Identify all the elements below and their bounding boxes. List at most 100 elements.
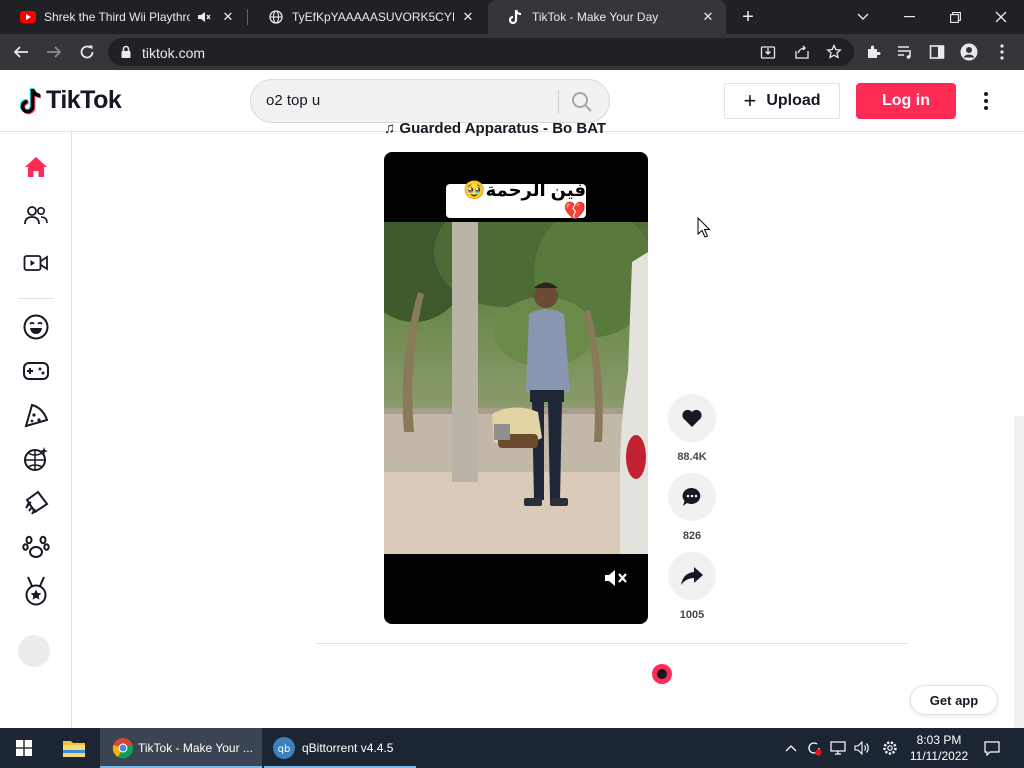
- sidebar: [0, 132, 72, 728]
- beauty-icon[interactable]: [16, 483, 56, 523]
- tab-title: TyEfKpYAAAAASUVORK5CYII= (2: [292, 10, 454, 24]
- speaker-muted-icon[interactable]: [196, 9, 212, 25]
- taskbar-qbittorrent[interactable]: qb qBittorrent v4.4.5: [264, 728, 416, 768]
- side-panel-icon[interactable]: [928, 43, 946, 61]
- close-tab-icon[interactable]: ✕: [220, 9, 236, 25]
- clock-date: 11/11/2022: [909, 749, 969, 763]
- share-button[interactable]: [668, 552, 716, 600]
- more-options-icon[interactable]: [976, 88, 996, 114]
- file-explorer-button[interactable]: [50, 728, 98, 768]
- food-icon[interactable]: [16, 395, 56, 435]
- restore-button[interactable]: [932, 0, 978, 34]
- gaming-icon[interactable]: [16, 351, 56, 391]
- youtube-icon: [20, 9, 36, 25]
- following-icon[interactable]: [16, 195, 56, 235]
- extensions-icon[interactable]: [864, 43, 882, 61]
- search-icon[interactable]: [571, 91, 593, 113]
- search-bar: [250, 79, 610, 123]
- start-button[interactable]: [0, 728, 48, 768]
- sync-alert-icon[interactable]: [806, 740, 822, 756]
- tiktok-logo-icon: [20, 86, 42, 114]
- close-tab-icon[interactable]: ✕: [700, 9, 716, 25]
- settings-gear-icon[interactable]: [882, 740, 898, 756]
- tab-tiktok[interactable]: TikTok - Make Your Day ✕: [488, 0, 726, 34]
- new-tab-button[interactable]: +: [738, 7, 758, 27]
- upload-label: Upload: [766, 92, 821, 109]
- notifications-icon[interactable]: [984, 740, 1000, 756]
- back-icon[interactable]: [10, 41, 32, 63]
- svg-text:qb: qb: [278, 744, 291, 755]
- mouse-cursor-icon: [697, 217, 711, 238]
- sidebar-placeholder-avatar: [18, 635, 50, 667]
- screen: Shrek the Third Wii Playthrough ✕ TyEfKp…: [0, 0, 1024, 768]
- loading-spinner: [652, 664, 672, 684]
- close-window-button[interactable]: [978, 0, 1024, 34]
- home-icon[interactable]: [16, 147, 56, 187]
- animals-icon[interactable]: [16, 527, 56, 567]
- windows-taskbar: TikTok - Make Your ... qb qBittorrent v4…: [0, 728, 1024, 768]
- tab-youtube[interactable]: Shrek the Third Wii Playthrough ✕: [0, 0, 246, 34]
- profile-avatar-icon[interactable]: [960, 43, 978, 61]
- reload-icon[interactable]: [76, 41, 98, 63]
- sidebar-divider: [18, 298, 54, 299]
- get-app-button[interactable]: Get app: [910, 685, 998, 715]
- address-bar[interactable]: tiktok.com: [108, 38, 854, 66]
- page-scrollbar[interactable]: [1014, 416, 1024, 728]
- comment-icon: [682, 487, 701, 506]
- search-input[interactable]: [266, 92, 546, 109]
- chrome-icon: [112, 738, 134, 759]
- browser-toolbar: tiktok.com: [0, 34, 1024, 70]
- muted-volume-icon[interactable]: [604, 568, 628, 588]
- bookmark-star-icon[interactable]: [826, 43, 842, 60]
- chrome-menu-icon[interactable]: [993, 43, 1011, 61]
- install-app-icon[interactable]: [760, 44, 776, 60]
- logo-text: TikTok: [46, 86, 122, 114]
- comedy-icon[interactable]: [16, 307, 56, 347]
- lock-icon[interactable]: [118, 44, 134, 60]
- music-title[interactable]: ♫ Guarded Apparatus - Bo BAT: [384, 120, 606, 137]
- comment-count: 826: [682, 530, 702, 542]
- media-controls-icon[interactable]: [896, 43, 914, 61]
- login-button[interactable]: Log in: [856, 83, 956, 119]
- tab-title: TikTok - Make Your Day: [532, 10, 659, 24]
- upload-button[interactable]: + Upload: [724, 83, 840, 119]
- windows-logo-icon: [16, 740, 32, 756]
- close-tab-icon[interactable]: ✕: [460, 9, 476, 25]
- heart-icon: [682, 409, 702, 427]
- taskbar-clock[interactable]: 8:03 PM 11/11/2022: [902, 732, 976, 764]
- like-button[interactable]: [668, 394, 716, 442]
- tab-title: Shrek the Third Wii Playthrough: [44, 10, 190, 24]
- forward-icon[interactable]: [43, 41, 65, 63]
- plus-icon: +: [743, 88, 757, 113]
- share-count: 1005: [679, 609, 705, 621]
- video-frame: [384, 222, 648, 554]
- tab-search-chevron-icon[interactable]: [840, 0, 886, 34]
- clock-time: 8:03 PM: [916, 733, 962, 747]
- share-arrow-icon: [681, 567, 703, 585]
- show-hidden-icons-chevron-icon[interactable]: [783, 740, 799, 756]
- comment-button[interactable]: [668, 473, 716, 521]
- feed-divider: [316, 643, 908, 644]
- video-caption: فين الرحمة🥹💔: [446, 180, 586, 221]
- tiktok-icon: [508, 9, 524, 25]
- browser-tab-strip: Shrek the Third Wii Playthrough ✕ TyEfKp…: [0, 0, 1024, 34]
- live-icon[interactable]: [16, 243, 56, 283]
- taskbar-app-title: qBittorrent v4.4.5: [302, 741, 394, 755]
- volume-icon[interactable]: [854, 740, 870, 756]
- tab-image-data[interactable]: TyEfKpYAAAAASUVORK5CYII= (2 ✕: [248, 0, 486, 34]
- like-count: 88.4K: [677, 451, 707, 463]
- globe-icon: [268, 9, 284, 25]
- minimize-button[interactable]: [886, 0, 932, 34]
- sports-icon[interactable]: [16, 571, 56, 611]
- dance-icon[interactable]: [16, 439, 56, 479]
- tiktok-logo[interactable]: TikTok: [20, 86, 122, 115]
- qbittorrent-icon: qb: [273, 737, 295, 759]
- folder-icon: [63, 741, 85, 757]
- url-text: tiktok.com: [142, 45, 206, 61]
- share-icon[interactable]: [794, 44, 810, 60]
- search-divider: [558, 90, 559, 114]
- network-icon[interactable]: [830, 740, 846, 756]
- taskbar-chrome[interactable]: TikTok - Make Your ...: [100, 728, 262, 768]
- taskbar-app-title: TikTok - Make Your ...: [138, 741, 253, 755]
- video-player[interactable]: فين الرحمة🥹💔: [384, 152, 648, 624]
